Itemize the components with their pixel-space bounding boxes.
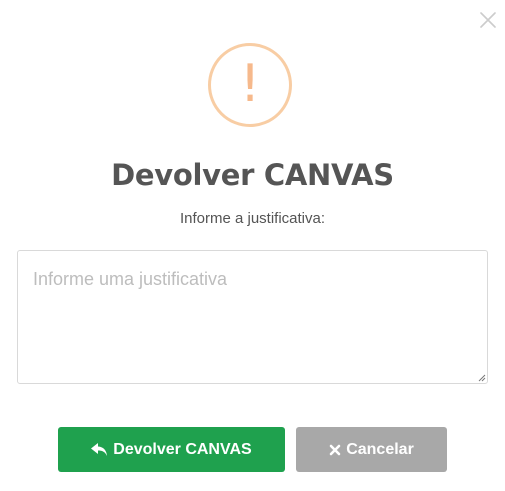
exclamation-icon: ! [239, 54, 261, 114]
dialog-subtitle: Informe a justificativa: [179, 210, 326, 227]
justification-input[interactable] [17, 250, 488, 384]
return-canvas-label: Devolver CANVAS [113, 440, 252, 458]
close-button[interactable] [477, 9, 499, 31]
warning-icon: ! [208, 43, 292, 127]
dialog-title: Devolver CANVAS [111, 158, 394, 192]
return-canvas-button[interactable]: Devolver CANVAS [58, 427, 285, 472]
times-icon [329, 444, 341, 456]
cancel-button[interactable]: Cancelar [296, 427, 447, 472]
cancel-label: Cancelar [346, 440, 414, 458]
resize-grip-icon[interactable] [478, 374, 486, 382]
close-icon [480, 12, 496, 28]
return-canvas-dialog: ! Devolver CANVAS Informe a justificativ… [0, 0, 505, 491]
reply-icon [91, 442, 108, 457]
